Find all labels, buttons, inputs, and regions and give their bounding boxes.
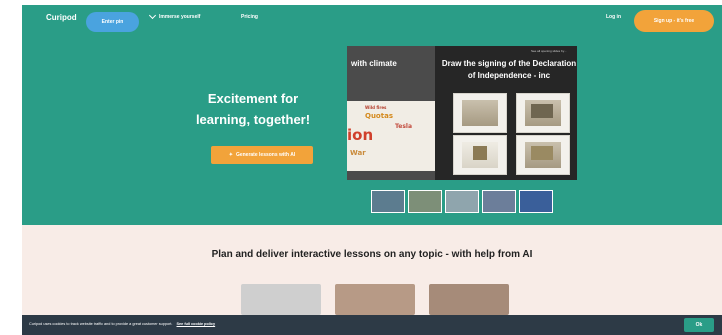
drawing-card xyxy=(453,93,507,133)
cookie-policy-link[interactable]: See full cookie policy xyxy=(177,322,216,326)
feature-image xyxy=(429,284,509,315)
drawing-image xyxy=(531,146,553,160)
word-cloud-word: ion xyxy=(347,126,374,144)
chevron-down-icon xyxy=(148,11,157,20)
filmstrip-thumbnail[interactable] xyxy=(371,190,405,213)
immerse-yourself-label: Immerse yourself xyxy=(159,14,201,20)
generate-lessons-button[interactable]: ✦ Generate lessons with AI xyxy=(211,146,313,164)
hero-headline-line2: learning, together! xyxy=(195,112,311,127)
filmstrip-thumbnail[interactable] xyxy=(482,190,516,213)
preview-filmstrip xyxy=(371,190,553,213)
word-cloud: Wild fires Quotas Tesla ion War xyxy=(347,101,435,171)
feature-image xyxy=(335,284,415,315)
cookie-banner: Curipod uses cookies to track website tr… xyxy=(22,315,722,335)
lesson-preview: with climate Wild fires Quotas Tesla ion… xyxy=(347,46,577,180)
cookie-ok-button[interactable]: Ok xyxy=(684,318,714,332)
word-cloud-word: Tesla xyxy=(395,123,413,130)
feature-image xyxy=(241,284,321,315)
preview-right-title: Draw the signing of the Declaration of I… xyxy=(441,59,577,80)
logo[interactable]: Curipod xyxy=(46,13,77,22)
drawing-card xyxy=(516,135,570,175)
preview-slide-right: See all opening slides by... Draw the si… xyxy=(435,46,577,180)
filmstrip-thumbnail[interactable] xyxy=(445,190,479,213)
drawing-image xyxy=(473,146,487,160)
hero-headline-line1: Excitement for xyxy=(207,91,299,106)
drawing-card xyxy=(516,93,570,133)
enter-pin-button[interactable]: Enter pin xyxy=(86,12,139,32)
plan-title: Plan and deliver interactive lessons on … xyxy=(211,249,533,260)
word-cloud-word: Wild fires xyxy=(365,105,387,110)
sparkle-icon: ✦ xyxy=(228,152,233,158)
drawing-card xyxy=(453,135,507,175)
drawing-image xyxy=(531,104,553,118)
generate-lessons-label: Generate lessons with AI xyxy=(235,152,296,158)
cookie-message: Curipod uses cookies to track website tr… xyxy=(29,322,173,326)
filmstrip-thumbnail[interactable] xyxy=(519,190,553,213)
preview-left-title: with climate xyxy=(351,59,397,68)
word-cloud-word: Quotas xyxy=(365,112,393,120)
plan-section: Plan and deliver interactive lessons on … xyxy=(22,225,722,315)
word-cloud-word: War xyxy=(350,149,366,157)
preview-slide-left: with climate Wild fires Quotas Tesla ion… xyxy=(347,46,435,180)
immerse-yourself-menu[interactable]: Immerse yourself xyxy=(148,11,201,20)
filmstrip-thumbnail[interactable] xyxy=(408,190,442,213)
pricing-link[interactable]: Pricing xyxy=(241,14,258,20)
hero-headline: Excitement for learning, together! xyxy=(185,88,321,130)
login-link[interactable]: Log in xyxy=(606,14,621,20)
preview-right-caption: See all opening slides by... xyxy=(531,49,567,53)
signup-button[interactable]: Sign up - it's free xyxy=(634,10,714,32)
drawing-image xyxy=(462,100,498,126)
cookie-text: Curipod uses cookies to track website tr… xyxy=(29,322,215,326)
